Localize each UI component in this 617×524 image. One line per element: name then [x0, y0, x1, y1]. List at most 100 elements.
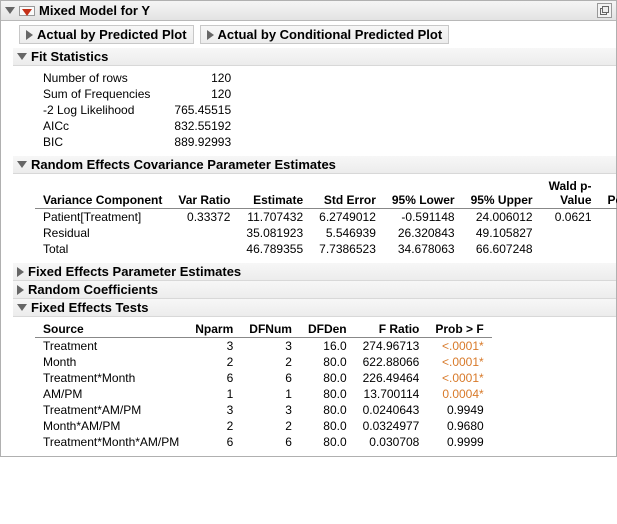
fet-header[interactable]: Fixed Effects Tests — [13, 299, 616, 317]
disclosure-open-icon[interactable] — [17, 53, 27, 60]
cell-upper: 49.105827 — [463, 225, 541, 241]
cell-dfden: 80.0 — [300, 386, 355, 402]
cell-probf: 0.0004* — [427, 386, 491, 402]
cell-lower: 26.320843 — [384, 225, 463, 241]
cell-dfnum: 6 — [241, 434, 300, 450]
cell-dfden: 16.0 — [300, 338, 355, 355]
recp-table: Variance Component Var Ratio Estimate St… — [35, 178, 617, 257]
fit-statistics-body: Number of rows120Sum of Frequencies120-2… — [1, 66, 616, 156]
cell-probf: <.0001* — [427, 370, 491, 386]
disclosure-open-icon[interactable] — [17, 161, 27, 168]
cell-fratio: 0.0324977 — [355, 418, 428, 434]
cell-nparm: 3 — [187, 338, 241, 355]
fit-label: Sum of Frequencies — [35, 86, 166, 102]
popout-button[interactable] — [597, 3, 612, 18]
fit-row: Number of rows120 — [35, 70, 239, 86]
cell-fratio: 274.96713 — [355, 338, 428, 355]
cell-fratio: 13.700114 — [355, 386, 428, 402]
cell-upper: 24.006012 — [463, 209, 541, 226]
cell-lower: 34.678063 — [384, 241, 463, 257]
cell-upper: 66.607248 — [463, 241, 541, 257]
cell-fratio: 622.88066 — [355, 354, 428, 370]
fit-statistics-header[interactable]: Fit Statistics — [13, 48, 616, 66]
cell-dfnum: 2 — [241, 354, 300, 370]
cell-dfden: 80.0 — [300, 402, 355, 418]
fit-row: Sum of Frequencies120 — [35, 86, 239, 102]
cell-estimate: 11.707432 — [238, 209, 311, 226]
cell-probf: 0.9949 — [427, 402, 491, 418]
col-wald-p: Wald p-Value — [541, 178, 600, 209]
cell-probf: 0.9680 — [427, 418, 491, 434]
report-window: Mixed Model for Y Actual by Predicted Pl… — [0, 0, 617, 457]
cell-nparm: 1 — [187, 386, 241, 402]
table-row: Treatment*Month6680.0226.49464<.0001* — [35, 370, 492, 386]
cell-source: Month*AM/PM — [35, 418, 187, 434]
plot-panel-row: Actual by Predicted Plot Actual by Condi… — [1, 21, 616, 48]
cell-nparm: 6 — [187, 434, 241, 450]
cell-dfnum: 6 — [241, 370, 300, 386]
cell-wald-p — [541, 225, 600, 241]
disclosure-open-icon[interactable] — [17, 304, 27, 311]
col-source: Source — [35, 321, 187, 338]
fet-table: Source Nparm DFNum DFDen F Ratio Prob > … — [35, 321, 492, 450]
cell-estimate: 35.081923 — [238, 225, 311, 241]
cell-probf: 0.9999 — [427, 434, 491, 450]
col-var-ratio: Var Ratio — [170, 178, 238, 209]
col-dfnum: DFNum — [241, 321, 300, 338]
actual-conditional-panel[interactable]: Actual by Conditional Predicted Plot — [200, 25, 450, 44]
cell-nparm: 3 — [187, 402, 241, 418]
hotspot-button[interactable] — [19, 6, 35, 16]
cell-dfnum: 2 — [241, 418, 300, 434]
table-row: Patient[Treatment]0.3337211.7074326.2749… — [35, 209, 617, 226]
cell-source: AM/PM — [35, 386, 187, 402]
cell-component: Total — [35, 241, 170, 257]
disclosure-closed-icon[interactable] — [17, 285, 24, 295]
recp-body: Variance Component Var Ratio Estimate St… — [1, 174, 616, 263]
cell-probf: <.0001* — [427, 338, 491, 355]
cell-source: Treatment*Month — [35, 370, 187, 386]
cell-dfden: 80.0 — [300, 354, 355, 370]
disclosure-closed-icon[interactable] — [207, 30, 214, 40]
section-title: Random Effects Covariance Parameter Esti… — [31, 157, 336, 172]
table-row: Treatment*AM/PM3380.00.02406430.9949 — [35, 402, 492, 418]
cell-source: Treatment*AM/PM — [35, 402, 187, 418]
cell-lower: -0.591148 — [384, 209, 463, 226]
fet-body: Source Nparm DFNum DFDen F Ratio Prob > … — [1, 317, 616, 456]
fit-statistics-table: Number of rows120Sum of Frequencies120-2… — [35, 70, 239, 150]
recp-header[interactable]: Random Effects Covariance Parameter Esti… — [13, 156, 616, 174]
cell-dfnum: 3 — [241, 338, 300, 355]
section-title: Random Coefficients — [28, 282, 158, 297]
cell-dfden: 80.0 — [300, 418, 355, 434]
col-fratio: F Ratio — [355, 321, 428, 338]
fit-row: BIC889.92993 — [35, 134, 239, 150]
cell-pct: 25.022 — [600, 209, 617, 226]
fit-value: 889.92993 — [166, 134, 239, 150]
table-row: AM/PM1180.013.7001140.0004* — [35, 386, 492, 402]
report-title: Mixed Model for Y — [39, 3, 150, 18]
disclosure-open-icon[interactable] — [5, 7, 15, 14]
cell-source: Month — [35, 354, 187, 370]
cell-dfden: 80.0 — [300, 434, 355, 450]
fepe-header[interactable]: Fixed Effects Parameter Estimates — [13, 263, 616, 281]
fit-label: BIC — [35, 134, 166, 150]
cell-wald-p: 0.0621 — [541, 209, 600, 226]
cell-dfden: 80.0 — [300, 370, 355, 386]
actual-predicted-panel[interactable]: Actual by Predicted Plot — [19, 25, 194, 44]
cell-pct: 100.000 — [600, 241, 617, 257]
fit-value: 765.45515 — [166, 102, 239, 118]
col-lower: 95% Lower — [384, 178, 463, 209]
disclosure-closed-icon[interactable] — [17, 267, 24, 277]
fit-row: AICc832.55192 — [35, 118, 239, 134]
cell-pct: 74.978 — [600, 225, 617, 241]
fit-label: Number of rows — [35, 70, 166, 86]
cell-fratio: 0.0240643 — [355, 402, 428, 418]
table-row: Total46.7893557.738652334.67806366.60724… — [35, 241, 617, 257]
rc-header[interactable]: Random Coefficients — [13, 281, 616, 299]
cell-dfnum: 1 — [241, 386, 300, 402]
cell-nparm: 6 — [187, 370, 241, 386]
col-upper: 95% Upper — [463, 178, 541, 209]
table-row: Month*AM/PM2280.00.03249770.9680 — [35, 418, 492, 434]
disclosure-closed-icon[interactable] — [26, 30, 33, 40]
col-component: Variance Component — [35, 178, 170, 209]
cell-nparm: 2 — [187, 354, 241, 370]
